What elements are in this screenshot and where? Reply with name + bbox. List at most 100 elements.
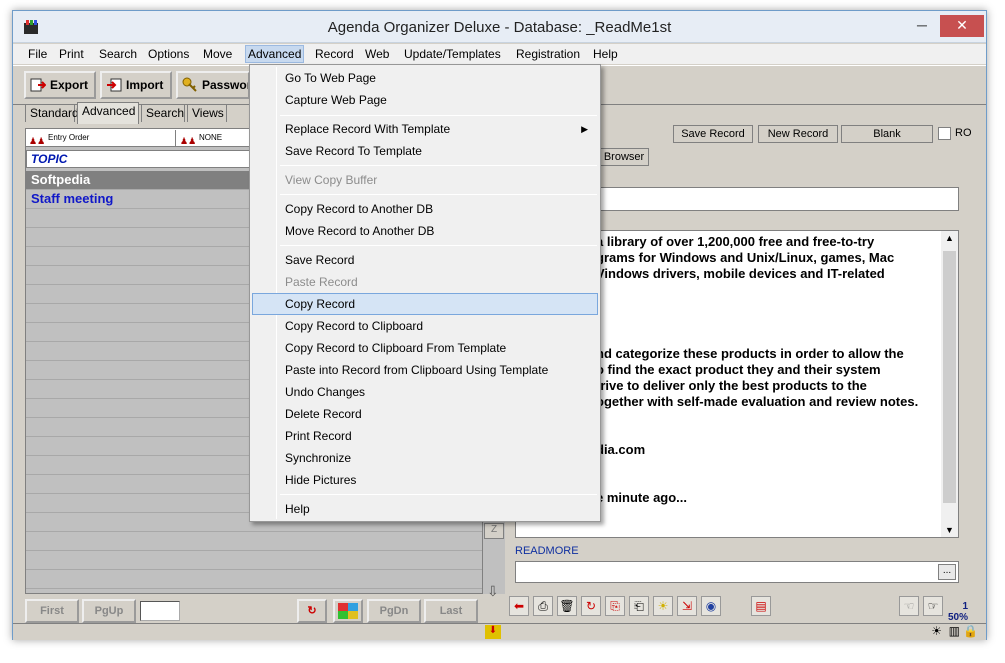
copy-record-icon[interactable]: ⎘ [605,596,625,616]
scroll-down-icon[interactable]: ▼ [945,525,954,535]
menu-web[interactable]: Web [365,47,389,61]
pages-icon[interactable]: ▥ [949,624,960,638]
menu-item-view-copy-buffer[interactable]: View Copy Buffer [252,169,598,191]
menu-item-synchronize[interactable]: Synchronize [252,447,598,469]
memo-line: grams for Windows and Unix/Linux, games,… [596,250,895,265]
menu-item-paste-into-record-from-clipboard[interactable]: Paste into Record from Clipboard Using T… [252,359,598,381]
menu-item-copy-record-to-clipboard[interactable]: Copy Record to Clipboard [252,315,598,337]
menu-item-print-record[interactable]: Print Record [252,425,598,447]
scroll-thumb[interactable] [943,251,956,503]
memo-line [596,474,918,490]
refresh-icon[interactable]: ↻ [581,596,601,616]
menu-item-move-record-to-another-db[interactable]: Move Record to Another DB [252,220,598,242]
menu-item-copy-record-to-clipboard-from-template[interactable]: Copy Record to Clipboard From Template [252,337,598,359]
record-toolbar: ⬅ ⎙ 🗑 ↻ ⎘ ⎗ ☀ ⇲ ◉ ▤ ☜ ☞ [509,596,969,620]
export-icon [30,78,46,92]
print-icon[interactable]: ⎙ [533,596,553,616]
tab-advanced[interactable]: Advanced [77,102,139,124]
menu-item-hide-pictures[interactable]: Hide Pictures [252,469,598,491]
readmore-label: READMORE [515,545,579,557]
app-window: Agenda Organizer Deluxe - Database: _Rea… [12,10,987,640]
tab-search[interactable]: Search [141,104,185,122]
save-page-icon[interactable]: ▤ [751,596,771,616]
pgup-button[interactable]: PgUp [82,599,136,623]
tab-views[interactable]: Views [187,104,227,122]
globe-icon[interactable]: ◉ [701,596,721,616]
menu-item-copy-record[interactable]: Copy Record [252,293,598,315]
memo-line: Vindows drivers, mobile devices and IT-r… [596,266,885,281]
memo-line [596,410,918,426]
sort-primary[interactable]: ♟♟ Entry Order [26,130,176,146]
memo-line: e minute ago... [596,490,688,505]
menu-record[interactable]: Record [315,47,354,61]
menu-move[interactable]: Move [203,47,232,61]
menu-item-capture-web-page[interactable]: Capture Web Page [252,89,598,111]
menu-item-save-record-to-template[interactable]: Save Record To Template [252,140,598,162]
last-button[interactable]: Last [424,599,478,623]
title-bar: Agenda Organizer Deluxe - Database: _Rea… [13,11,986,43]
sort-secondary-label: NONE [199,133,223,142]
bulb-status-icon[interactable]: ☀ [931,624,942,638]
refresh-icon: ↻ [307,605,317,617]
down-arrow-icon[interactable]: ⬇ [485,625,501,639]
pgdn-button[interactable]: PgDn [367,599,421,623]
menu-separator [280,115,597,116]
lock-icon[interactable]: 🔒 [963,624,978,638]
memo-line: dia.com [596,442,646,457]
import-button[interactable]: Import [100,71,172,99]
menu-update-templates[interactable]: Update/Templates [404,47,501,61]
save-record-button[interactable]: Save Record [673,125,753,143]
password-button[interactable]: Passwor [176,71,250,99]
menu-item-undo-changes[interactable]: Undo Changes [252,381,598,403]
record-percent: 50% [947,612,968,623]
menu-item-copy-record-to-another-db[interactable]: Copy Record to Another DB [252,198,598,220]
record-count: 1 [962,601,968,612]
menu-help[interactable]: Help [593,47,618,61]
menu-item-go-to-web-page[interactable]: Go To Web Page [252,67,598,89]
arrow-down-icon[interactable]: ⇩ [487,583,499,600]
menu-item-replace-record-with-template[interactable]: Replace Record With Template ▶ [252,118,598,140]
export-button[interactable]: Export [24,71,96,99]
new-record-button[interactable]: New Record [758,125,838,143]
memo-line [596,458,918,474]
first-button[interactable]: First [25,599,79,623]
minimize-button[interactable]: ─ [908,15,936,37]
tab-browser[interactable]: Browser [599,148,649,166]
window-title: Agenda Organizer Deluxe - Database: _Rea… [327,19,672,36]
tab-standard[interactable]: Standard [25,104,79,122]
import-label: Import [126,78,164,92]
bulb-icon[interactable]: ☀ [653,596,673,616]
menu-registration[interactable]: Registration [516,47,580,61]
ro-checkbox[interactable] [938,127,951,140]
menu-item-delete-record[interactable]: Delete Record [252,403,598,425]
readmore-field[interactable]: ... [515,561,959,583]
menu-advanced[interactable]: Advanced [245,45,305,63]
record-number-input[interactable] [140,601,180,621]
paste-record-icon[interactable]: ⎗ [629,596,649,616]
browse-button[interactable]: ... [938,564,956,580]
menu-print[interactable]: Print [59,47,84,61]
abc-button[interactable] [333,599,363,623]
back-arrow-icon[interactable]: ⬅ [509,596,529,616]
blank-button[interactable]: Blank [841,125,933,143]
sort-secondary[interactable]: ♟♟ NONE [177,130,257,146]
sort-primary-label: Entry Order [48,133,90,142]
menu-file[interactable]: File [28,47,47,61]
export-record-icon[interactable]: ⇲ [677,596,697,616]
next-hand-icon[interactable]: ☞ [923,596,943,616]
z-button[interactable]: Z [484,523,504,539]
people-icon: ♟♟ [180,136,197,146]
trash-icon[interactable]: 🗑 [557,596,577,616]
menu-item-paste-record[interactable]: Paste Record [252,271,598,293]
prev-hand-icon[interactable]: ☜ [899,596,919,616]
status-bar: ⬇ ☀ ▥ 🔒 [13,623,986,640]
refresh-button[interactable]: ↻ [297,599,327,623]
scroll-up-icon[interactable]: ▲ [945,233,954,243]
menu-options[interactable]: Options [148,47,189,61]
close-button[interactable]: ✕ [940,15,984,37]
menu-item-help[interactable]: Help [252,498,598,520]
menu-item-save-record[interactable]: Save Record [252,249,598,271]
menu-search[interactable]: Search [99,47,137,61]
menu-separator [280,165,597,166]
memo-scrollbar[interactable]: ▲ ▼ [941,231,958,537]
